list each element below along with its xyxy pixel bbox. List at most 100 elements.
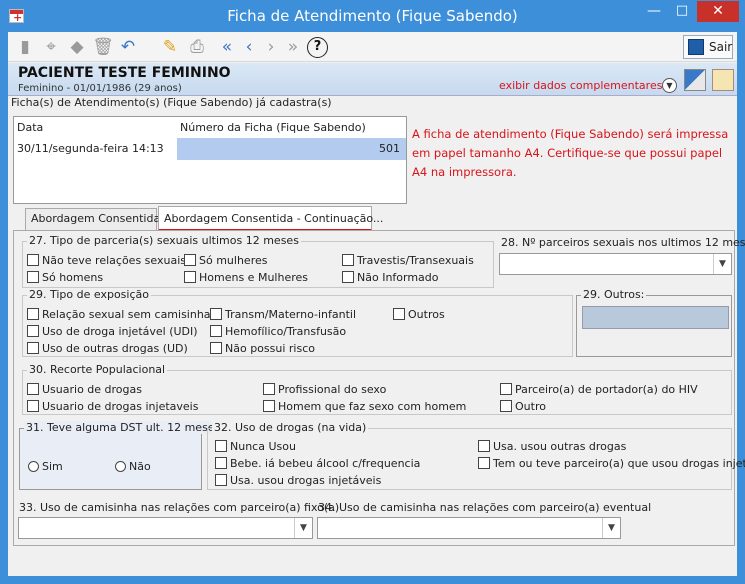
checkbox[interactable] (215, 457, 227, 469)
checkbox[interactable] (342, 271, 354, 283)
chevron-down-icon[interactable]: ▼ (602, 518, 620, 538)
q32-option-alcool[interactable]: Bebe. iá bebeu álcool c/frequencia (215, 457, 420, 470)
q29-option-label: Outros (408, 308, 445, 321)
q27-option-label: Homens e Mulheres (199, 271, 308, 284)
q30-option-hsh[interactable]: Homem que faz sexo com homem (263, 400, 466, 413)
tab-abordagem-consentida[interactable]: Abordagem Consentida (25, 208, 160, 230)
chevron-down-icon[interactable]: ▼ (662, 78, 677, 93)
q27-option-only-men[interactable]: Só homens (27, 271, 103, 284)
help-icon[interactable]: ? (307, 37, 328, 58)
q30-option-parceiro-hiv[interactable]: Parceiro(a) de portador(a) do HIV (500, 383, 698, 396)
q30-option-label: Homem que faz sexo com homem (278, 400, 467, 413)
q29-option-udi[interactable]: Uso de droga injetável (UDI) (27, 325, 198, 338)
q29-option-materno-infantil[interactable]: Transm/Materno-infantil (210, 308, 356, 321)
q27-option-no-sex[interactable]: Não teve relações sexuais (27, 254, 186, 267)
q30-option-profissional-sexo[interactable]: Profissional do sexo (263, 383, 386, 396)
checkbox[interactable] (27, 271, 39, 283)
q29-option-no-risk[interactable]: Não possui risco (210, 342, 315, 355)
q32-option-label: Tem ou teve parceiro(a) que usou drogas … (493, 457, 745, 470)
close-button[interactable]: ✕ (697, 1, 739, 22)
q27-option-men-women[interactable]: Homens e Mulheres (184, 271, 308, 284)
q30-option-usuario-drogas[interactable]: Usuario de drogas (27, 383, 142, 396)
checkbox[interactable] (184, 254, 196, 266)
checkbox[interactable] (210, 342, 222, 354)
q32-option-nunca-usou[interactable]: Nunca Usou (215, 440, 296, 453)
checkbox[interactable] (27, 400, 39, 412)
q27-option-only-women[interactable]: Só mulheres (184, 254, 267, 267)
trash-icon[interactable]: 🗑 (92, 36, 114, 58)
undo-icon[interactable]: ↶ (117, 36, 139, 58)
checkbox[interactable] (27, 308, 39, 320)
q30-option-outro[interactable]: Outro (500, 400, 546, 413)
q29-option-sem-camisinha[interactable]: Relação sexual sem camisinha (27, 308, 211, 321)
chevron-down-icon[interactable]: ▼ (294, 518, 312, 538)
q29-option-label: Não possui risco (225, 342, 315, 355)
q30-option-label: Outro (515, 400, 546, 413)
q31-radio-nao[interactable]: Não (115, 460, 151, 473)
checkbox[interactable] (27, 254, 39, 266)
checkbox[interactable] (215, 474, 227, 486)
q31-group: 31. Teve alguma DST ult. 12 meses Sim Nã… (19, 421, 223, 490)
maximize-button[interactable]: □ (668, 1, 696, 22)
fichas-table[interactable]: Data Número da Ficha (Fique Sabendo) 30/… (13, 116, 407, 204)
title-bar[interactable]: Ficha de Atendimento (Fique Sabendo) — □… (0, 0, 745, 32)
q31-radio-sim[interactable]: Sim (28, 460, 63, 473)
q29-outros-input[interactable] (582, 306, 729, 329)
checkbox[interactable] (184, 271, 196, 283)
table-row[interactable]: 30/11/segunda-feira 14:13 501 (14, 138, 406, 160)
q30-option-drogas-injetaveis[interactable]: Usuario de drogas injetaveis (27, 400, 198, 413)
tab-abordagem-consentida-continuacao[interactable]: Abordagem Consentida - Continuação... (158, 206, 383, 231)
q27-option-not-informed[interactable]: Não Informado (342, 271, 439, 284)
q32-legend: 32. Uso de drogas (na vida) (212, 421, 369, 434)
network-icon[interactable] (684, 69, 706, 91)
q32-option-drogas-injetaveis[interactable]: Usa. usou drogas injetáveis (215, 474, 381, 487)
checkbox[interactable] (263, 400, 275, 412)
column-header-date[interactable]: Data (17, 118, 43, 138)
checkbox[interactable] (27, 342, 39, 354)
tab-panel: 27. Tipo de parceria(s) sexuais ultimos … (13, 230, 745, 546)
user-card-icon[interactable] (712, 69, 734, 91)
q29-option-hemofilico[interactable]: Hemofílico/Transfusão (210, 325, 346, 338)
checkbox[interactable] (500, 383, 512, 395)
column-header-number[interactable]: Número da Ficha (Fique Sabendo) (180, 118, 366, 138)
binoculars-icon[interactable]: ⌖ (40, 36, 62, 58)
last-record-icon[interactable]: » (282, 36, 304, 58)
q32-option-parceiro-drogas-injet[interactable]: Tem ou teve parceiro(a) que usou drogas … (478, 457, 745, 470)
checkbox[interactable] (500, 400, 512, 412)
checkbox[interactable] (215, 440, 227, 452)
q33-select[interactable]: ▼ (18, 517, 313, 539)
checkbox[interactable] (478, 440, 490, 452)
eraser-icon[interactable]: ◆ (66, 36, 88, 58)
radio[interactable] (28, 461, 39, 472)
checkbox[interactable] (27, 383, 39, 395)
checkbox[interactable] (263, 383, 275, 395)
show-extra-data-link[interactable]: exibir dados complementares... (499, 79, 673, 92)
q33-label: 33. Uso de camisinha nas relações com pa… (19, 501, 340, 514)
checkbox[interactable] (478, 457, 490, 469)
previous-record-icon[interactable]: ‹ (238, 36, 260, 58)
q27-option-travestis[interactable]: Travestis/Transexuais (342, 254, 474, 267)
minimize-button[interactable]: — (640, 1, 668, 22)
q29-option-label: Uso de droga injetável (UDI) (42, 325, 198, 338)
first-record-icon[interactable]: « (216, 36, 238, 58)
checkbox[interactable] (342, 254, 354, 266)
q27-option-label: Não teve relações sexuais (42, 254, 186, 267)
exit-door-icon (688, 39, 704, 55)
q29-option-ud[interactable]: Uso de outras drogas (UD) (27, 342, 188, 355)
checkbox[interactable] (27, 325, 39, 337)
new-icon[interactable]: ▮ (14, 36, 36, 58)
q28-select[interactable]: ▼ (499, 253, 732, 275)
checkbox[interactable] (210, 325, 222, 337)
radio[interactable] (115, 461, 126, 472)
print-icon[interactable]: ⎙ (186, 36, 208, 58)
checkbox[interactable] (393, 308, 405, 320)
q32-option-outras-drogas[interactable]: Usa. usou outras drogas (478, 440, 626, 453)
exit-button[interactable]: Sair (683, 35, 733, 59)
q34-select[interactable]: ▼ (317, 517, 621, 539)
edit-icon[interactable]: ✎ (159, 36, 181, 58)
next-record-icon[interactable]: › (260, 36, 282, 58)
toolbar: ▮ ⌖ ◆ 🗑 ↶ ✎ ⎙ « ‹ › » ? Sair (8, 32, 737, 62)
checkbox[interactable] (210, 308, 222, 320)
q29-option-outros[interactable]: Outros (393, 308, 445, 321)
chevron-down-icon[interactable]: ▼ (713, 254, 731, 274)
